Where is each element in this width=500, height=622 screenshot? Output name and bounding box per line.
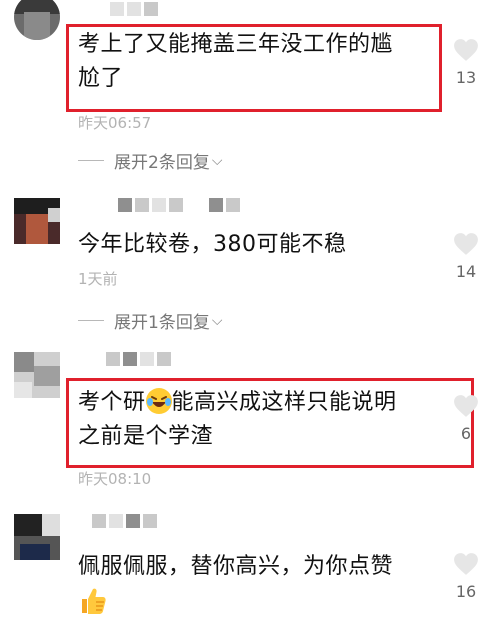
expand-replies-button[interactable]: 展开1条回复 ⌵ xyxy=(78,308,222,333)
like-button[interactable]: 14 xyxy=(448,232,484,281)
comment-text: 考上了又能掩盖三年没工作的尴 尬了 xyxy=(78,32,394,91)
avatar[interactable] xyxy=(14,0,60,40)
divider xyxy=(78,320,104,321)
comment-text: 今年比较卷，380可能不稳 xyxy=(78,232,347,257)
comment-text: 佩服佩服，替你高兴，为你点赞 xyxy=(78,554,394,579)
thumbs-up-emoji xyxy=(78,586,108,620)
username-blurred[interactable] xyxy=(106,352,171,366)
username-blurred[interactable] xyxy=(110,2,158,16)
comment-item: 考上了又能掩盖三年没工作的尴 尬了 昨天06:57 展开2条回复 ⌵ 13 xyxy=(0,0,500,173)
expand-replies-label: 展开1条回复 xyxy=(114,313,210,333)
chevron-down-icon: ⌵ xyxy=(211,312,223,329)
like-button[interactable]: 13 xyxy=(448,38,484,87)
divider xyxy=(78,160,104,161)
heart-icon xyxy=(454,39,478,61)
comment-list: 考上了又能掩盖三年没工作的尴 尬了 昨天06:57 展开2条回复 ⌵ 13 今年… xyxy=(0,0,500,622)
like-button[interactable]: 6 xyxy=(448,394,484,443)
like-count: 14 xyxy=(455,262,477,281)
laughing-tears-emoji xyxy=(145,388,172,414)
like-count: 16 xyxy=(455,582,477,601)
username-blurred[interactable] xyxy=(92,514,157,528)
heart-icon xyxy=(454,553,478,575)
username-blurred[interactable] xyxy=(118,198,240,212)
comment-text: 考个研 能高兴成这样只能说明 之前是个学渣 xyxy=(78,388,397,449)
heart-icon xyxy=(454,395,478,417)
comment-time: 昨天08:10 xyxy=(78,470,152,488)
chevron-down-icon: ⌵ xyxy=(211,152,223,169)
comment-item: 今年比较卷，380可能不稳 1天前 展开1条回复 ⌵ 14 xyxy=(0,190,500,340)
comment-time: 1天前 xyxy=(78,270,118,288)
like-count: 6 xyxy=(460,424,472,443)
heart-icon xyxy=(454,233,478,255)
comment-time: 昨天06:57 xyxy=(78,114,152,132)
avatar[interactable] xyxy=(14,514,60,560)
avatar[interactable] xyxy=(14,198,60,244)
like-count: 13 xyxy=(455,68,477,87)
like-button[interactable]: 16 xyxy=(448,552,484,601)
expand-replies-label: 展开2条回复 xyxy=(114,153,210,173)
expand-replies-button[interactable]: 展开2条回复 ⌵ xyxy=(78,148,222,173)
comment-item: 佩服佩服，替你高兴，为你点赞 16 xyxy=(0,510,500,622)
comment-item: 考个研 能高兴成这样只能说明 之前是个学渣 昨天08:10 6 xyxy=(0,350,500,500)
avatar[interactable] xyxy=(14,352,60,398)
